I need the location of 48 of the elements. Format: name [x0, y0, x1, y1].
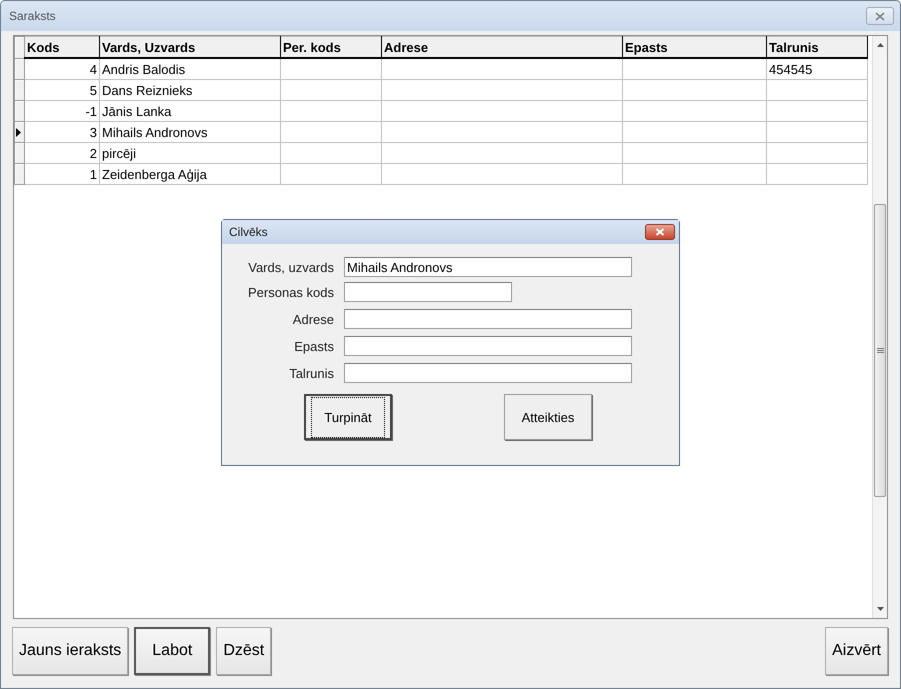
action-button[interactable]: Labot: [134, 627, 210, 675]
dialog-button[interactable]: Atteikties: [504, 394, 592, 440]
close-icon: [874, 12, 886, 20]
column-header[interactable]: Epasts: [622, 36, 766, 58]
close-button[interactable]: [866, 7, 894, 25]
close-icon: [655, 228, 665, 236]
table-cell: 5: [24, 80, 100, 100]
table-cell: Andris Balodis: [100, 58, 280, 80]
field-label: Vards, uzvards: [247, 260, 334, 274]
table-cell: pircēji: [100, 142, 280, 164]
table-cell: 1: [24, 164, 100, 184]
scroll-thumb[interactable]: [874, 204, 886, 497]
grip-icon: [876, 347, 884, 354]
table-cell: Zeidenberga Aģija: [100, 164, 280, 184]
column-header[interactable]: Adrese: [382, 36, 622, 58]
close-button[interactable]: [645, 224, 675, 240]
field-label: Talrunis: [288, 366, 334, 380]
field-label: Adrese: [292, 312, 334, 326]
column-header[interactable]: Per. kods: [280, 36, 382, 58]
field-label: Epasts: [293, 338, 334, 354]
table-cell: 2: [24, 142, 100, 164]
window-title: Saraksts: [9, 9, 57, 23]
input-field[interactable]: [344, 336, 632, 356]
table-cell: 3: [24, 122, 100, 142]
table-cell: Mihails Andronovs: [100, 122, 280, 142]
column-header[interactable]: Talrunis: [766, 36, 868, 58]
input-field[interactable]: Mihails Andronovs: [344, 257, 632, 277]
table-cell: Dans Reiznieks: [100, 80, 280, 100]
field-label: Personas kods: [247, 284, 334, 300]
table-cell: Jānis Lanka: [100, 100, 280, 122]
input-field[interactable]: [344, 282, 512, 302]
column-header[interactable]: Vards, Uzvards: [100, 36, 280, 58]
input-field[interactable]: [344, 309, 632, 329]
row-selector[interactable]: [14, 122, 24, 142]
scroll-up-icon[interactable]: [876, 43, 884, 47]
dialog-button[interactable]: Turpināt: [304, 394, 392, 440]
dialog-title: Cilvēks: [229, 225, 269, 239]
scroll-down-icon[interactable]: [876, 607, 884, 611]
action-button[interactable]: Dzēst: [216, 627, 272, 675]
table-cell: 4: [24, 58, 100, 80]
table-cell: 454545: [766, 58, 868, 80]
action-button[interactable]: Aizvērt: [825, 627, 888, 675]
column-header[interactable]: Kods: [24, 36, 100, 58]
action-button[interactable]: Jauns ieraksts: [12, 627, 128, 675]
input-field[interactable]: [344, 363, 632, 383]
row-header: [14, 36, 24, 58]
table-cell: -1: [24, 100, 100, 122]
scrollbar[interactable]: [872, 36, 887, 618]
